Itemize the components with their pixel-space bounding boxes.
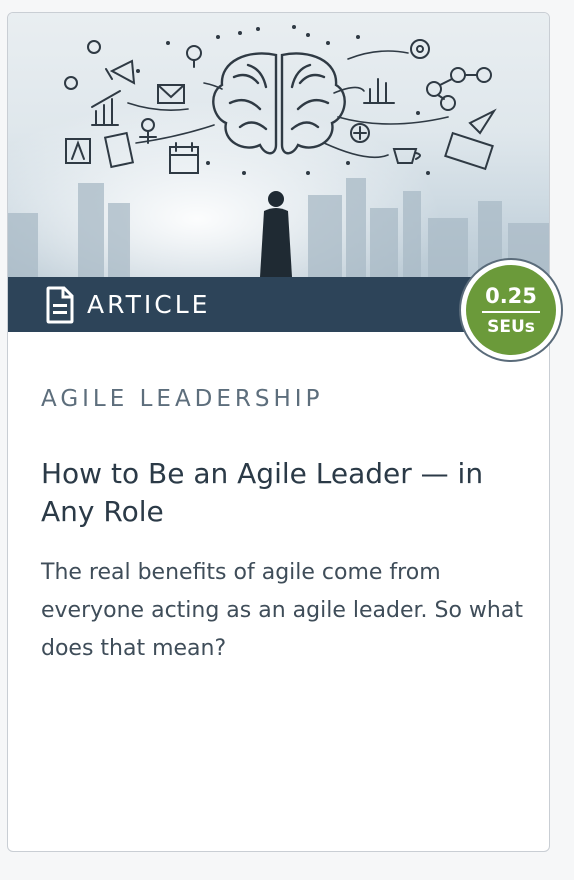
seu-divider	[482, 310, 540, 313]
seu-unit: SEUs	[487, 316, 535, 337]
brain-sketch-icon	[8, 13, 549, 277]
hero-image[interactable]	[8, 13, 549, 277]
seu-value: 0.25	[485, 283, 537, 308]
seu-badge-inner: 0.25 SEUs	[466, 265, 556, 355]
seu-credit-badge: 0.25 SEUs	[459, 258, 563, 362]
category-label: AGILE LEADERSHIP	[41, 386, 324, 412]
document-icon	[46, 286, 74, 323]
article-card[interactable]: ARTICLE 0.25 SEUs AGILE LEADERSHIP How t…	[7, 12, 563, 852]
article-summary: The real benefits of agile come from eve…	[41, 560, 523, 661]
content-type-label: ARTICLE	[87, 290, 211, 319]
article-title[interactable]: How to Be an Agile Leader — in Any Role	[41, 455, 531, 531]
